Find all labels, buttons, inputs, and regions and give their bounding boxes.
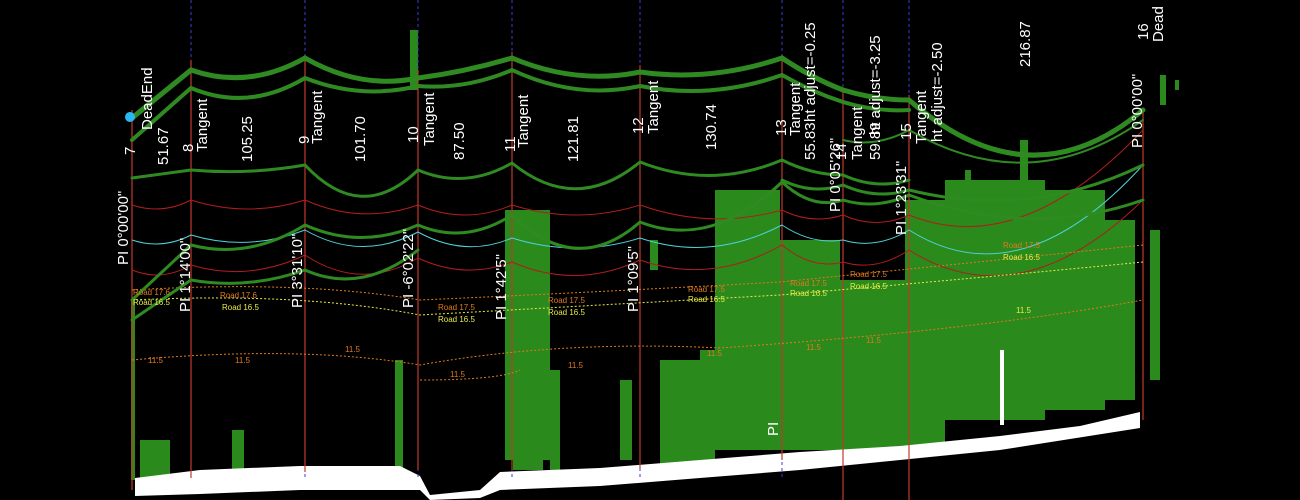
clearance-value: 11.5 [148, 356, 164, 365]
pi-angle-label: PI 3°31'10" [289, 234, 306, 308]
clearance-value: 11.5 [345, 345, 361, 354]
road-label: Road 16.5 [133, 298, 170, 307]
ht-adjust-label: ht adjust=-3.25 [867, 35, 884, 135]
clearance-value: 11.5 [1016, 306, 1032, 315]
span-length-label: 105.25 [239, 116, 256, 162]
clearance-value: 11.5 [866, 336, 882, 345]
road-label: Road 16.5 [790, 289, 827, 298]
road-label: Road 17.6 [133, 288, 170, 297]
road-label: Road 17.5 [438, 303, 475, 312]
structure-type-label: Tangent [913, 90, 930, 144]
span-length-label: 51.67 [155, 127, 172, 165]
span-length-label: 101.70 [352, 116, 369, 162]
road-label: Road 16.5 [548, 308, 585, 317]
road-label: Road 17.5 [1003, 241, 1040, 250]
structure-type-label: Tangent [515, 94, 532, 148]
structure-number: 14 [833, 143, 850, 160]
road-label: Road 16.5 [688, 295, 725, 304]
structure-type-label: Tangent [645, 80, 662, 134]
span-length-label: 87.50 [451, 122, 468, 160]
road-label: Road 16.5 [850, 282, 887, 291]
clearance-value: 11.5 [568, 361, 584, 370]
structure-type-label: Tangent [849, 106, 866, 160]
road-label: Road 17.6 [220, 291, 257, 300]
span-length-label: 55.83 [802, 122, 819, 160]
ground-tall-point [1000, 350, 1004, 425]
profile-view: 7 DeadEnd 51.67 PI 0°00'00" 8 Tangent 10… [0, 0, 1300, 500]
clearance-value: 11.5 [450, 370, 466, 379]
road-label: Road 17.5 [688, 285, 725, 294]
ground-profile [135, 412, 1140, 500]
structure-type-label: Tangent [309, 90, 326, 144]
structure-type-label: Tangent [194, 98, 211, 152]
road-label: Road 16.5 [222, 303, 259, 312]
span-length-label: 121.81 [565, 116, 582, 162]
ht-adjust-label: ht adjust=-0.25 [802, 22, 819, 122]
pi-angle-label: PI 1°09'5" [625, 246, 642, 312]
pi-angle-label: PI -6°02'22" [400, 229, 417, 308]
road-label: Road 17.5 [850, 270, 887, 279]
profile-canvas: 7 DeadEnd 51.67 PI 0°00'00" 8 Tangent 10… [115, 0, 1179, 500]
road-label: Road 17.5 [790, 279, 827, 288]
structure-type-label: DeadEnd [139, 67, 156, 130]
structure-number: 10 [405, 126, 422, 143]
pi-angle-label: PI 0°00'00" [115, 191, 132, 265]
structure-number: 7 [122, 147, 139, 155]
clearance-value: 11.5 [806, 343, 822, 352]
structure-type-label: Tangent [421, 92, 438, 146]
pi-angle-label: PI 1°23'31" [893, 161, 910, 235]
structure-type-label: Dead [1150, 6, 1167, 42]
pi-angle-label: PI 1°14'00" [177, 238, 194, 312]
clearance-value: 11.5 [235, 356, 251, 365]
partial-pi-label: PI [765, 422, 782, 436]
span-length-label: 216.87 [1017, 21, 1034, 67]
clearance-value: 11.5 [707, 349, 723, 358]
span-length-label: 130.74 [703, 104, 720, 150]
ht-adjust-label: ht adjust=-2.50 [929, 42, 946, 142]
road-label: Road 16.5 [438, 315, 475, 324]
pi-angle-label: PI 1°42'5" [493, 254, 510, 320]
selected-node-marker[interactable] [125, 112, 135, 122]
pi-angle-label: PI 0°00'00" [1129, 74, 1146, 148]
road-label: Road 16.5 [1003, 253, 1040, 262]
road-label: Road 17.5 [548, 296, 585, 305]
